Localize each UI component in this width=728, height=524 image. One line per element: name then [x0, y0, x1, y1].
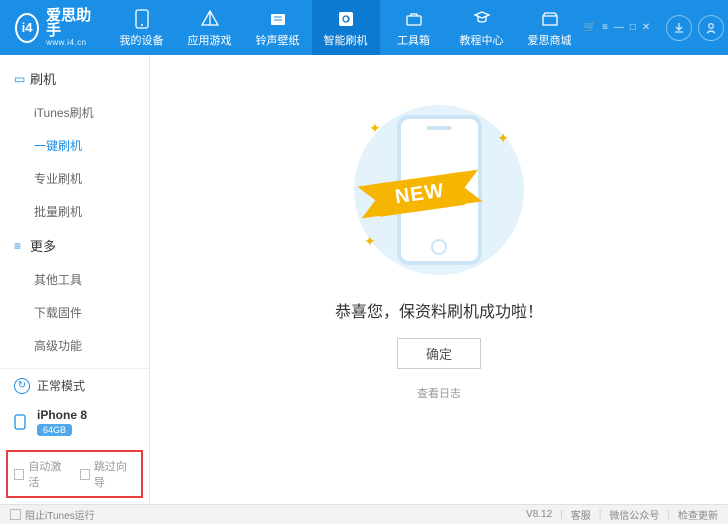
toolbox-icon [405, 8, 423, 30]
flash-icon [337, 8, 355, 30]
nav-tabs: 我的设备 应用游戏 铃声壁纸 智能刷机 工具箱 教程中心 爱思商城 [108, 0, 584, 55]
download-button[interactable] [666, 15, 692, 41]
skip-wizard-checkbox[interactable]: 跳过向导 [80, 458, 136, 490]
status-bar: 阻止iTunes运行 V8.12| 客服| 微信公众号| 检查更新 [0, 504, 728, 524]
nav-flash[interactable]: 智能刷机 [312, 0, 380, 55]
sidebar-item-advanced[interactable]: 高级功能 [0, 329, 149, 362]
success-illustration: ✦ ✦ ✦ NEW [339, 100, 539, 280]
view-log-link[interactable]: 查看日志 [417, 385, 461, 401]
nav-apps[interactable]: 应用游戏 [176, 0, 244, 55]
sidebar-item-downloadfw[interactable]: 下载固件 [0, 296, 149, 329]
sidebar-cat-more[interactable]: ≡更多 [0, 228, 149, 263]
sidebar: ▭刷机 iTunes刷机 一键刷机 专业刷机 批量刷机 ≡更多 其他工具 下载固… [0, 55, 150, 504]
logo-icon: i4 [15, 13, 39, 43]
device-icon [14, 414, 30, 430]
maximize-icon[interactable]: □ [630, 22, 636, 33]
version-label: V8.12 [526, 509, 552, 520]
nav-my-device[interactable]: 我的设备 [108, 0, 176, 55]
device-name: iPhone 8 [37, 408, 87, 422]
wechat-link[interactable]: 微信公众号 [609, 507, 659, 522]
tutorial-icon [473, 8, 491, 30]
nav-ringtone[interactable]: 铃声壁纸 [244, 0, 312, 55]
device-capacity-badge: 64GB [37, 424, 72, 436]
sidebar-item-othertools[interactable]: 其他工具 [0, 263, 149, 296]
window-controls: 🛒 ≡ — □ ✕ [584, 22, 651, 33]
ringtone-icon [269, 8, 287, 30]
cart-icon[interactable]: 🛒 [584, 22, 596, 33]
sidebar-item-oneclick[interactable]: 一键刷机 [0, 129, 149, 162]
nav-toolbox[interactable]: 工具箱 [380, 0, 448, 55]
options-box: 自动激活 跳过向导 [6, 450, 143, 498]
device-row[interactable]: iPhone 8 64GB [0, 402, 149, 446]
sidebar-cat-flash[interactable]: ▭刷机 [0, 61, 149, 96]
success-message: 恭喜您，保资料刷机成功啦！ [335, 298, 543, 322]
mode-icon: ↻ [14, 378, 30, 394]
close-icon[interactable]: ✕ [642, 22, 650, 33]
user-button[interactable] [698, 15, 724, 41]
sidebar-item-pro[interactable]: 专业刷机 [0, 162, 149, 195]
logo-text: 爱思助手 www.i4.cn [46, 8, 92, 48]
logo[interactable]: i4 爱思助手 www.i4.cn [0, 8, 108, 48]
sidebar-item-itunes[interactable]: iTunes刷机 [0, 96, 149, 129]
device-icon [134, 8, 150, 30]
menu-icon[interactable]: ≡ [602, 22, 608, 33]
more-cat-icon: ≡ [14, 239, 30, 253]
mode-row[interactable]: ↻正常模式 [0, 369, 149, 402]
auto-activate-checkbox[interactable]: 自动激活 [14, 458, 70, 490]
header: i4 爱思助手 www.i4.cn 我的设备 应用游戏 铃声壁纸 智能刷机 工具… [0, 0, 728, 55]
nav-store[interactable]: 爱思商城 [516, 0, 584, 55]
main-panel: ✦ ✦ ✦ NEW 恭喜您，保资料刷机成功啦！ 确定 查看日志 [150, 55, 728, 504]
nav-tutorial[interactable]: 教程中心 [448, 0, 516, 55]
update-link[interactable]: 检查更新 [678, 507, 718, 522]
sidebar-item-batch[interactable]: 批量刷机 [0, 195, 149, 228]
ok-button[interactable]: 确定 [397, 338, 481, 369]
header-right: 🛒 ≡ — □ ✕ [584, 15, 728, 41]
block-itunes-checkbox[interactable]: 阻止iTunes运行 [10, 507, 95, 522]
flash-cat-icon: ▭ [14, 72, 30, 86]
apps-icon [201, 8, 219, 30]
store-icon [541, 8, 559, 30]
minimize-icon[interactable]: — [614, 22, 624, 33]
support-link[interactable]: 客服 [571, 507, 591, 522]
